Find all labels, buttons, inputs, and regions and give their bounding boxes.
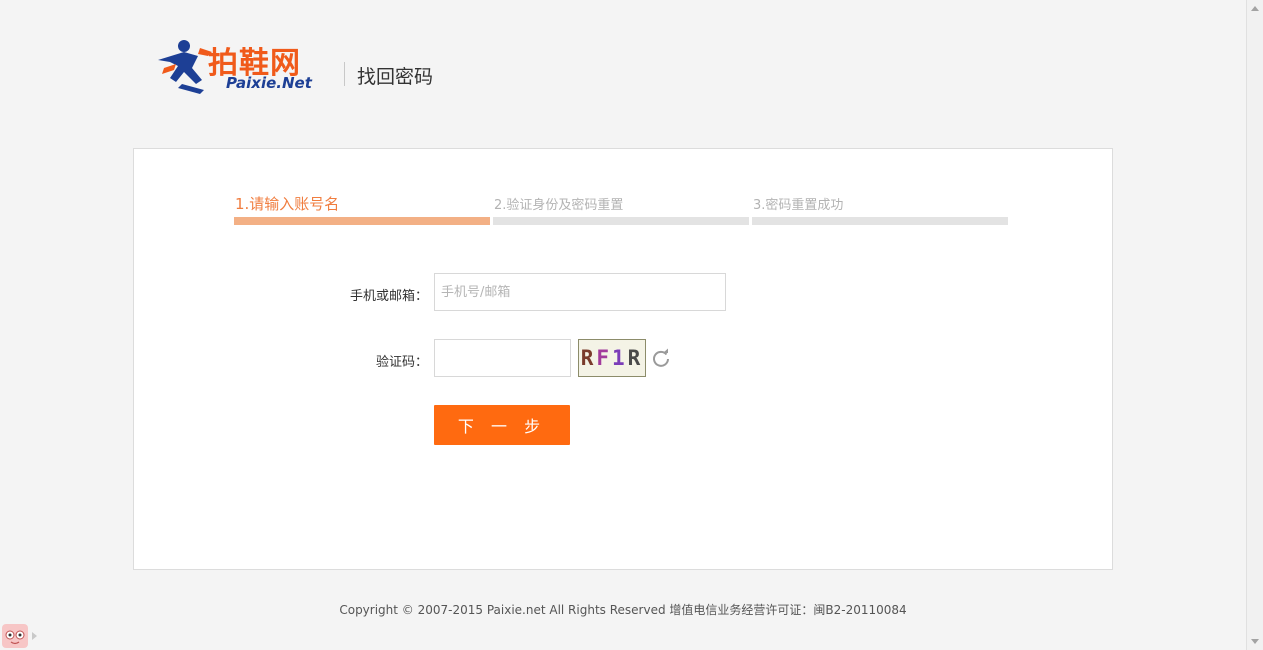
step-3-bar (752, 217, 1008, 225)
logo-english-text: Paixie.Net (226, 74, 312, 92)
footer-copyright: Copyright © 2007-2015 Paixie.net All Rig… (339, 603, 907, 617)
vertical-scrollbar[interactable] (1246, 0, 1263, 650)
corner-widget[interactable] (0, 622, 40, 650)
account-input[interactable] (434, 273, 726, 311)
account-label: 手机或邮箱： (349, 289, 428, 304)
step-2-label: 2.验证身份及密码重置 (494, 198, 624, 213)
page-header: 拍鞋网 Paixie.Net 找回密码 (152, 36, 552, 96)
step-2-bar (493, 217, 749, 225)
expand-arrow-icon[interactable] (32, 632, 37, 640)
scroll-up-icon[interactable] (1251, 6, 1259, 11)
step-2: 2.验证身份及密码重置 (493, 194, 749, 226)
mascot-icon (2, 624, 28, 648)
step-3: 3.密码重置成功 (752, 194, 1008, 226)
mascot-face-icon (5, 630, 25, 645)
step-progress: 1.请输入账号名 2.验证身份及密码重置 3.密码重置成功 (234, 194, 1009, 226)
refresh-icon[interactable] (651, 348, 671, 368)
captcha-input[interactable] (434, 339, 571, 377)
next-step-button[interactable]: 下 一 步 (434, 405, 570, 445)
captcha-char-3: 1 (612, 346, 628, 370)
runner-logo-icon (158, 40, 212, 94)
logo-en-main: Paixie (226, 74, 277, 92)
captcha-char-1: R (580, 346, 597, 370)
step-1-label: 1.请输入账号名 (235, 195, 340, 213)
captcha-char-2: F (596, 346, 612, 370)
scroll-down-icon[interactable] (1251, 639, 1259, 644)
paixie-logo[interactable]: 拍鞋网 Paixie.Net (152, 36, 327, 96)
captcha-row: 验证码： R F 1 R (134, 339, 1114, 379)
captcha-image[interactable]: R F 1 R (578, 339, 646, 377)
step-1-bar (234, 217, 490, 225)
step-3-label: 3.密码重置成功 (753, 198, 844, 213)
captcha-label: 验证码： (375, 355, 428, 370)
page-title: 找回密码 (357, 66, 434, 88)
logo-en-suffix: .Net (276, 74, 312, 92)
step-1: 1.请输入账号名 (234, 194, 490, 226)
header-divider (344, 62, 345, 86)
recovery-panel: 1.请输入账号名 2.验证身份及密码重置 3.密码重置成功 手机或邮箱： 验证码… (133, 148, 1113, 570)
captcha-char-4: R (627, 346, 644, 370)
account-row: 手机或邮箱： (134, 273, 1114, 313)
